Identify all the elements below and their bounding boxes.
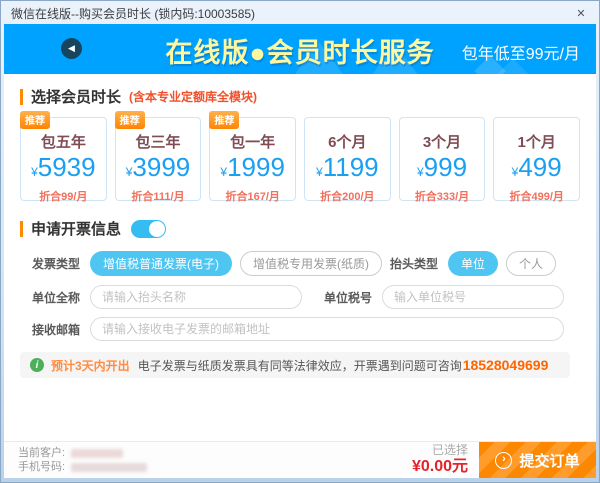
dialog-window: 微信在线版--购买会员时长 (锁内码:10003585) ✕ ◀ 在线版●会员时…	[0, 0, 600, 483]
tax-id-label: 单位税号	[324, 289, 372, 306]
plan-name: 3个月	[400, 131, 485, 152]
section-accent-bar	[20, 89, 23, 105]
plan-monthly-rate: 折合111/月	[116, 188, 201, 204]
submit-arrow-icon: ›	[495, 452, 512, 469]
submit-label: 提交订单	[519, 450, 579, 471]
email-row: 接收邮箱	[32, 317, 564, 341]
plan-monthly-rate: 折合499/月	[494, 188, 579, 204]
invoice-type-option-electronic[interactable]: 增值税普通发票(电子)	[90, 251, 232, 276]
plan-monthly-rate: 折合333/月	[400, 188, 485, 204]
title-type-option-personal[interactable]: 个人	[506, 251, 556, 276]
close-icon[interactable]: ✕	[573, 7, 589, 21]
plan-monthly-rate: 折合99/月	[21, 188, 106, 204]
email-input[interactable]	[90, 317, 564, 341]
price-number: 1999	[227, 152, 285, 182]
price-number: 5939	[38, 152, 96, 182]
invoice-type-label: 发票类型	[32, 255, 80, 272]
plan-name: 1个月	[494, 131, 579, 152]
plan-card-3year[interactable]: 推荐 包三年 ¥3999 折合111/月	[115, 117, 202, 201]
section-accent-bar	[20, 221, 23, 237]
info-icon: i	[30, 358, 44, 372]
price-number: 3999	[132, 152, 190, 182]
footer-bar: 当前客户: 手机号码: 已选择 ¥0.00元 › 提交订单	[4, 441, 596, 478]
plan-name: 包五年	[21, 131, 106, 152]
redacted-phone-number	[71, 463, 147, 472]
submit-order-button[interactable]: › 提交订单	[479, 442, 596, 478]
plan-name: 6个月	[305, 131, 390, 152]
header-banner: ◀ 在线版●会员时长服务 包年低至99元/月	[4, 24, 596, 74]
title-bar: 微信在线版--购买会员时长 (锁内码:10003585) ✕	[1, 1, 599, 24]
currency-symbol: ¥	[31, 165, 38, 179]
invoice-type-row: 发票类型 增值税普通发票(电子) 增值税专用发票(纸质) 抬头类型 单位 个人	[32, 251, 564, 276]
invoice-type-option-paper[interactable]: 增值税专用发票(纸质)	[240, 251, 382, 276]
plan-price: ¥499	[494, 153, 579, 186]
email-label: 接收邮箱	[32, 321, 80, 338]
selected-label: 已选择	[412, 444, 468, 458]
notice-text: 电子发票与纸质发票具有同等法律效应，开票遇到问题可咨询	[138, 357, 462, 374]
customer-label: 当前客户:	[18, 446, 65, 460]
customer-info: 当前客户: 手机号码:	[18, 446, 147, 474]
company-name-input[interactable]	[90, 285, 302, 309]
tax-id-input[interactable]	[382, 285, 564, 309]
title-type-option-company[interactable]: 单位	[448, 251, 498, 276]
invoice-section-header: 申请开票信息	[20, 218, 580, 239]
plan-card-1month[interactable]: 1个月 ¥499 折合499/月	[493, 117, 580, 201]
plan-name: 包三年	[116, 131, 201, 152]
phone-label: 手机号码:	[18, 460, 65, 474]
plan-price: ¥1199	[305, 153, 390, 186]
redacted-customer-name	[71, 449, 123, 458]
price-number: 999	[424, 152, 467, 182]
title-type-group: 抬头类型 单位 个人	[390, 251, 564, 276]
plans-section-header: 选择会员时长 (含本专业定额库全模块)	[20, 86, 580, 107]
notice-highlight: 预计3天内开出	[51, 357, 130, 374]
selected-amount-group: 已选择 ¥0.00元	[412, 444, 468, 476]
price-number: 1199	[323, 152, 379, 182]
plan-price: ¥999	[400, 153, 485, 186]
plan-price: ¥3999	[116, 153, 201, 186]
currency-symbol: ¥	[417, 165, 424, 179]
recommend-badge: 推荐	[20, 111, 50, 129]
client-area: ◀ 在线版●会员时长服务 包年低至99元/月 选择会员时长 (含本专业定额库全模…	[4, 24, 596, 478]
toggle-knob	[149, 221, 165, 237]
plan-card-5year[interactable]: 推荐 包五年 ¥5939 折合99/月	[20, 117, 107, 201]
notice-phone: 18528049699	[463, 357, 549, 373]
invoice-toggle[interactable]	[131, 220, 166, 238]
window-title: 微信在线版--购买会员时长 (锁内码:10003585)	[11, 5, 573, 22]
company-row: 单位全称 单位税号	[32, 285, 564, 309]
plan-card-6month[interactable]: 6个月 ¥1199 折合200/月	[304, 117, 391, 201]
plan-card-list: 推荐 包五年 ¥5939 折合99/月 推荐 包三年 ¥3999 折合111/月…	[20, 117, 580, 201]
plan-price: ¥5939	[21, 153, 106, 186]
plan-monthly-rate: 折合200/月	[305, 188, 390, 204]
plan-name: 包一年	[210, 131, 295, 152]
recommend-badge: 推荐	[209, 111, 239, 129]
currency-symbol: ¥	[316, 165, 323, 179]
recommend-badge: 推荐	[115, 111, 145, 129]
plan-card-3month[interactable]: 3个月 ¥999 折合333/月	[399, 117, 486, 201]
invoice-notice-bar: i 预计3天内开出 电子发票与纸质发票具有同等法律效应，开票遇到问题可咨询 18…	[20, 352, 570, 378]
invoice-section-title: 申请开票信息	[31, 218, 121, 239]
plans-section-title: 选择会员时长	[31, 86, 121, 107]
selected-amount: ¥0.00元	[412, 458, 468, 476]
price-number: 499	[518, 152, 561, 182]
title-type-label: 抬头类型	[390, 255, 438, 272]
company-name-label: 单位全称	[32, 289, 80, 306]
plan-price: ¥1999	[210, 153, 295, 186]
plans-section-note: (含本专业定额库全模块)	[129, 88, 257, 105]
banner-subtitle: 包年低至99元/月	[462, 40, 580, 64]
phone-line: 手机号码:	[18, 460, 147, 474]
customer-line: 当前客户:	[18, 446, 147, 460]
plan-monthly-rate: 折合167/月	[210, 188, 295, 204]
plan-card-1year[interactable]: 推荐 包一年 ¥1999 折合167/月	[209, 117, 296, 201]
